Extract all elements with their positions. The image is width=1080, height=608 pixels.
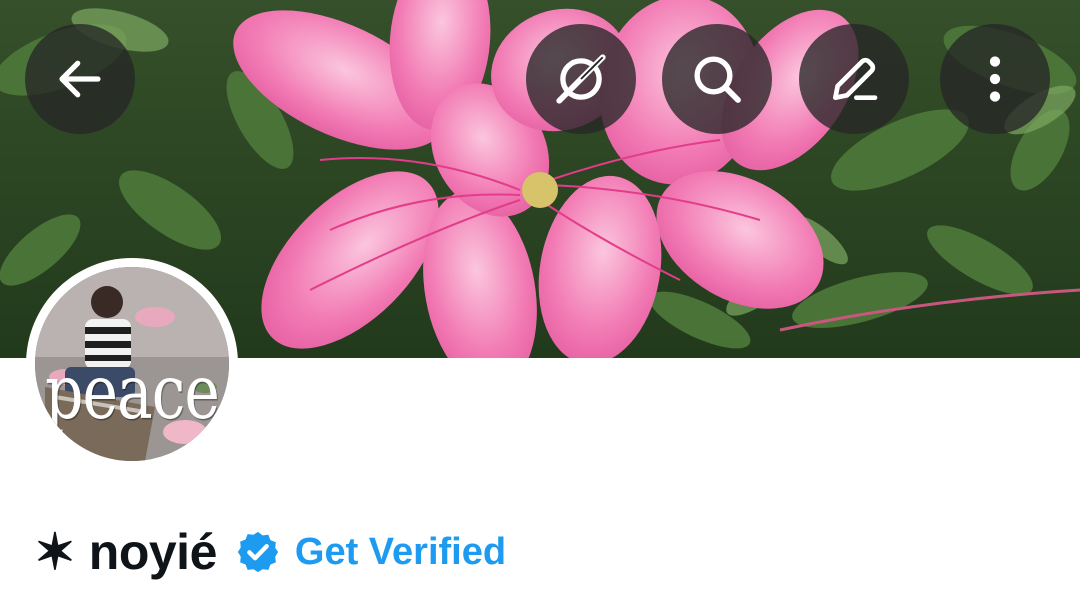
more-options-button[interactable] <box>940 24 1050 134</box>
display-name: ✶ noyié <box>34 524 217 580</box>
avatar-overlay-text: peace <box>45 349 220 437</box>
pencil-icon <box>833 57 878 100</box>
get-verified-link[interactable]: Get Verified <box>295 531 506 574</box>
back-button[interactable] <box>25 24 135 134</box>
edit-profile-button[interactable] <box>799 24 909 134</box>
search-button[interactable] <box>662 24 772 134</box>
profile-name-row: ✶ noyié Get Verified <box>34 522 506 582</box>
grok-button[interactable] <box>526 24 636 134</box>
verified-badge-icon <box>235 529 281 575</box>
grok-icon <box>556 54 606 104</box>
profile-avatar[interactable]: peace <box>26 258 238 470</box>
avatar-image: peace <box>35 267 229 461</box>
search-icon <box>694 56 741 103</box>
arrow-left-icon <box>59 60 101 98</box>
profile-screen: peace ✶ noyié Get Verified <box>0 0 1080 608</box>
more-vertical-icon <box>989 56 1001 102</box>
